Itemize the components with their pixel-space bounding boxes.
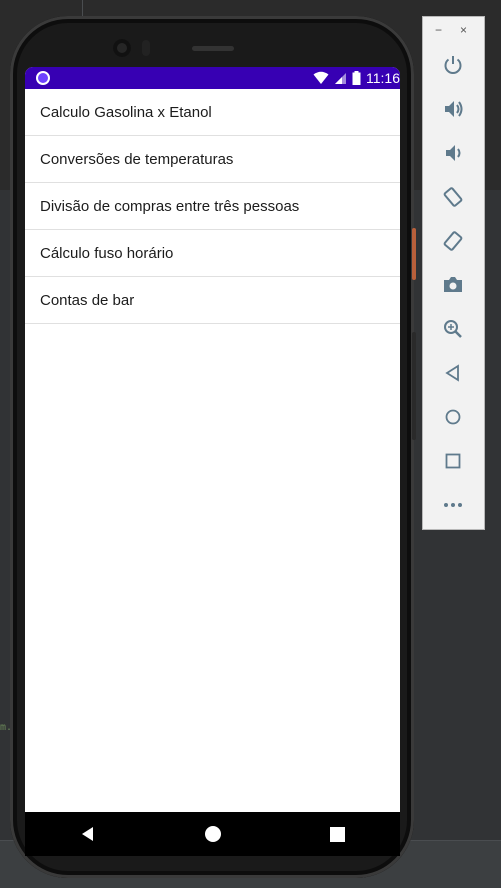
phone-power-button[interactable] <box>412 228 416 280</box>
volume-down-icon[interactable] <box>441 141 465 165</box>
more-icon[interactable] <box>441 493 465 517</box>
close-button[interactable]: × <box>460 23 467 37</box>
nav-home-button[interactable] <box>193 814 233 854</box>
back-icon[interactable] <box>441 361 465 385</box>
battery-icon <box>352 71 361 85</box>
back-triangle-icon <box>81 827 93 841</box>
clock-time: 11:16 <box>366 70 400 86</box>
navigation-bar <box>25 812 400 856</box>
toolbar-window-controls: − × <box>423 23 484 39</box>
notification-dot-icon <box>36 71 50 85</box>
home-icon[interactable] <box>441 405 465 429</box>
list-item-fuso-horario[interactable]: Cálculo fuso horário <box>25 230 400 277</box>
overview-square-icon <box>330 826 345 842</box>
rotate-right-icon[interactable] <box>441 229 465 253</box>
volume-up-icon[interactable] <box>441 97 465 121</box>
phone-volume-button[interactable] <box>412 332 416 440</box>
overview-icon[interactable] <box>441 449 465 473</box>
cell-signal-icon <box>335 72 346 84</box>
home-circle-icon <box>204 826 221 842</box>
wifi-icon <box>313 71 329 84</box>
camera-icon[interactable] <box>441 273 465 297</box>
power-icon[interactable] <box>441 53 465 77</box>
nav-back-button[interactable] <box>68 814 108 854</box>
proximity-sensor-icon <box>142 40 150 56</box>
menu-list: Calculo Gasolina x Etanol Conversões de … <box>25 89 400 324</box>
front-camera-icon <box>113 39 131 57</box>
status-bar: 11:16 <box>25 67 400 89</box>
list-item-temperaturas[interactable]: Conversões de temperaturas <box>25 136 400 183</box>
rotate-left-icon[interactable] <box>441 185 465 209</box>
ide-gutter-mark: m. <box>0 722 13 733</box>
device-screen: 11:16 Calculo Gasolina x Etanol Conversõ… <box>25 67 400 812</box>
minimize-button[interactable]: − <box>435 23 442 37</box>
emulator-toolbar: − × <box>422 16 485 530</box>
earpiece-speaker <box>192 46 234 51</box>
zoom-icon[interactable] <box>441 317 465 341</box>
list-item-divisao-compras[interactable]: Divisão de compras entre três pessoas <box>25 183 400 230</box>
list-item-gasolina-etanol[interactable]: Calculo Gasolina x Etanol <box>25 89 400 136</box>
list-item-contas-bar[interactable]: Contas de bar <box>25 277 400 324</box>
nav-overview-button[interactable] <box>318 814 358 854</box>
status-icons: 11:16 <box>313 69 400 87</box>
